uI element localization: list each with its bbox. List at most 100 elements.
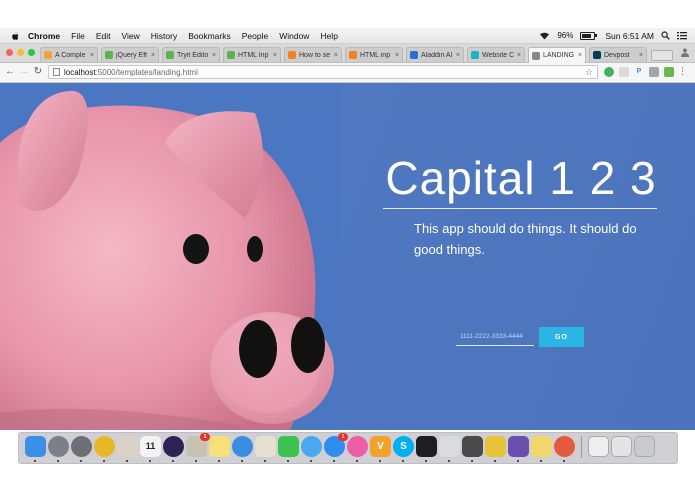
menubar-clock[interactable]: Sun 6:51 AM bbox=[605, 31, 654, 41]
browser-tab[interactable]: jQuery Eff × bbox=[101, 47, 159, 62]
browser-tab[interactable]: Website C × bbox=[467, 47, 525, 62]
running-indicator bbox=[402, 460, 404, 462]
wifi-icon[interactable] bbox=[539, 31, 550, 40]
tab-title: Website C bbox=[482, 51, 515, 59]
browser-tab[interactable]: HTML inp × bbox=[345, 47, 403, 62]
browser-tab[interactable]: Tryit Edito × bbox=[162, 47, 220, 62]
browser-tab[interactable]: How to se × bbox=[284, 47, 342, 62]
so-icon bbox=[288, 51, 296, 59]
running-indicator bbox=[80, 460, 82, 462]
terminal-icon[interactable] bbox=[416, 436, 437, 462]
chrome-icon[interactable] bbox=[94, 436, 115, 462]
running-indicator bbox=[356, 460, 358, 462]
extension-placeholder-icon[interactable] bbox=[619, 67, 629, 77]
tab-close-icon[interactable]: × bbox=[639, 52, 643, 59]
calendar-icon[interactable]: 11 bbox=[140, 436, 161, 462]
minimize-window-button[interactable] bbox=[17, 49, 24, 56]
forward-icon[interactable]: → bbox=[18, 66, 30, 77]
spotlight-search-icon[interactable] bbox=[661, 31, 670, 40]
menu-edit[interactable]: Edit bbox=[96, 31, 111, 41]
browser-tab[interactable]: Aladdin Al × bbox=[406, 47, 464, 62]
extension-gray-icon[interactable] bbox=[649, 67, 659, 77]
page-info-icon[interactable] bbox=[53, 68, 60, 76]
tab-close-icon[interactable]: × bbox=[212, 52, 216, 59]
running-indicator bbox=[517, 460, 519, 462]
notification-center-icon[interactable] bbox=[677, 31, 687, 40]
battery-icon[interactable] bbox=[580, 31, 598, 40]
skype-icon[interactable]: S bbox=[393, 436, 414, 462]
tab-close-icon[interactable]: × bbox=[456, 52, 460, 59]
chrome-menu-icon[interactable]: ⋮ bbox=[678, 66, 687, 77]
pushbullet-extension-icon[interactable]: P bbox=[634, 67, 644, 77]
finder-icon[interactable] bbox=[25, 436, 46, 462]
trash-icon[interactable] bbox=[634, 436, 655, 457]
tab-close-icon[interactable]: × bbox=[517, 52, 521, 59]
menu-view[interactable]: View bbox=[121, 31, 139, 41]
system-preferences-icon[interactable] bbox=[71, 436, 92, 462]
tab-close-icon[interactable]: × bbox=[273, 52, 277, 59]
running-indicator bbox=[126, 460, 128, 462]
textedit-icon[interactable] bbox=[255, 436, 276, 462]
tab-title: A Comple bbox=[55, 51, 86, 59]
reload-icon[interactable]: ↻ bbox=[32, 66, 44, 77]
hero-description: This app should do things. It should do … bbox=[414, 221, 637, 257]
browser-tab[interactable]: Devpost × bbox=[589, 47, 647, 62]
facetime-icon[interactable] bbox=[278, 436, 299, 462]
browser-tab[interactable]: HTML Inp × bbox=[223, 47, 281, 62]
go-button[interactable]: GO bbox=[539, 327, 584, 347]
tab-title: HTML inp bbox=[360, 51, 391, 59]
menu-window[interactable]: Window bbox=[279, 31, 309, 41]
menu-people[interactable]: People bbox=[242, 31, 268, 41]
address-bar[interactable]: localhost:5000/templates/landing.html ☆ bbox=[48, 65, 598, 79]
tab-close-icon[interactable]: × bbox=[395, 52, 399, 59]
new-tab-button[interactable] bbox=[651, 50, 673, 61]
document-stack-icon[interactable] bbox=[588, 436, 609, 457]
devpost-icon bbox=[593, 51, 601, 59]
vim-icon[interactable]: V bbox=[370, 436, 391, 462]
close-window-button[interactable] bbox=[6, 49, 13, 56]
photos-icon[interactable]: 1 bbox=[186, 433, 210, 462]
evernote-extension-icon[interactable] bbox=[604, 67, 614, 77]
browser-tab[interactable]: LANDING × bbox=[528, 47, 586, 63]
running-indicator bbox=[34, 460, 36, 462]
menu-bookmarks[interactable]: Bookmarks bbox=[188, 31, 231, 41]
macos-menu-bar: Chrome File Edit View History Bookmarks … bbox=[0, 28, 695, 44]
eclipse-icon[interactable] bbox=[163, 436, 184, 462]
tab-close-icon[interactable]: × bbox=[334, 52, 338, 59]
sublime-icon[interactable] bbox=[462, 436, 483, 462]
itunes-icon[interactable] bbox=[347, 436, 368, 462]
preview-icon[interactable] bbox=[117, 436, 138, 462]
tab-close-icon[interactable]: × bbox=[151, 52, 155, 59]
so-icon bbox=[349, 51, 357, 59]
w3-icon bbox=[166, 51, 174, 59]
appstore-icon[interactable]: 1 bbox=[324, 433, 348, 462]
texteditor-icon[interactable] bbox=[439, 436, 460, 462]
profile-icon[interactable] bbox=[681, 48, 689, 57]
menu-help[interactable]: Help bbox=[320, 31, 337, 41]
back-icon[interactable]: ← bbox=[4, 66, 16, 77]
tab-close-icon[interactable]: × bbox=[578, 52, 582, 59]
card-number-input[interactable] bbox=[456, 328, 534, 346]
zoom-window-button[interactable] bbox=[28, 49, 35, 56]
wunderlist-icon[interactable] bbox=[485, 436, 506, 462]
extension-green-icon[interactable] bbox=[664, 67, 674, 77]
safari-icon[interactable] bbox=[232, 436, 253, 462]
launchpad-icon[interactable] bbox=[48, 436, 69, 462]
tab-close-icon[interactable]: × bbox=[90, 52, 94, 59]
menu-history[interactable]: History bbox=[151, 31, 177, 41]
menu-file[interactable]: File bbox=[71, 31, 85, 41]
notes-icon[interactable] bbox=[209, 436, 230, 462]
running-indicator bbox=[218, 460, 220, 462]
messages-icon[interactable] bbox=[301, 436, 322, 462]
menu-app-name[interactable]: Chrome bbox=[28, 31, 60, 41]
pinwheel-icon[interactable] bbox=[554, 436, 575, 462]
downloads-stack-icon[interactable] bbox=[611, 436, 632, 457]
apple-menu-icon[interactable] bbox=[10, 31, 20, 41]
browser-tab[interactable]: A Comple × bbox=[40, 47, 98, 62]
stickies-icon[interactable] bbox=[531, 436, 552, 462]
window-controls bbox=[6, 49, 35, 56]
w3-icon bbox=[227, 51, 235, 59]
bookmark-star-icon[interactable]: ☆ bbox=[585, 67, 593, 78]
viewer-icon[interactable] bbox=[508, 436, 529, 462]
running-indicator bbox=[195, 460, 197, 462]
